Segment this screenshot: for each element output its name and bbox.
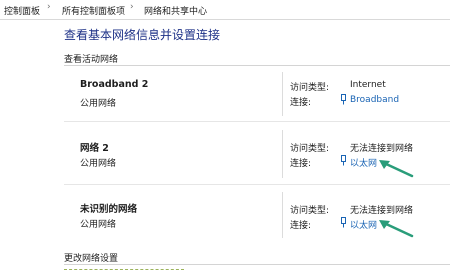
network-category-link[interactable]: 公用网络	[80, 96, 116, 109]
connection-label: 连接:	[290, 98, 312, 108]
breadcrumb-separator-icon[interactable]: ›	[130, 2, 134, 12]
arrow-annotation-icon	[379, 160, 414, 178]
arrow-annotation-icon	[379, 220, 414, 238]
section-title-active-networks: 查看活动网络	[64, 55, 119, 65]
section-divider	[64, 264, 450, 265]
connection-link[interactable]: Broadband	[350, 95, 399, 105]
breadcrumb-item-control-panel[interactable]: 控制面板	[4, 4, 40, 17]
breadcrumb: 控制面板 › 所有控制面板项 › 网络和共享中心	[0, 0, 450, 20]
connection-label: 连接:	[290, 159, 312, 169]
access-type-value: 无法连接到网络	[350, 144, 414, 154]
breadcrumb-item-all-items[interactable]: 所有控制面板项	[62, 4, 125, 17]
partial-item	[64, 269, 184, 273]
access-type-label: 访问类型:	[290, 144, 330, 154]
ethernet-icon	[341, 155, 346, 166]
vertical-divider	[282, 192, 283, 238]
connection-icon	[341, 94, 346, 105]
connection-link[interactable]: 以太网	[350, 218, 377, 231]
ethernet-icon	[341, 217, 346, 228]
network-separator	[64, 184, 450, 185]
section-divider	[64, 65, 450, 66]
breadcrumb-separator-icon[interactable]: ›	[47, 2, 51, 12]
section-title-change-settings: 更改网络设置	[64, 254, 119, 264]
access-type-label: 访问类型:	[290, 206, 330, 216]
connection-label: 连接:	[290, 221, 312, 231]
breadcrumb-item-network-center[interactable]: 网络和共享中心	[144, 4, 207, 17]
page-title: 查看基本网络信息并设置连接	[64, 28, 221, 42]
network-name: 未识别的网络	[80, 204, 138, 215]
network-category-link[interactable]: 公用网络	[80, 156, 116, 169]
connection-link[interactable]: 以太网	[350, 156, 377, 169]
access-type-value: Internet	[350, 80, 386, 90]
vertical-divider	[282, 72, 283, 116]
vertical-divider	[282, 130, 283, 178]
network-name: Broadband 2	[80, 79, 149, 90]
access-type-value: 无法连接到网络	[350, 206, 414, 216]
network-name: 网络 2	[80, 143, 109, 154]
network-separator	[64, 121, 450, 122]
network-category-link[interactable]: 公用网络	[80, 217, 116, 230]
access-type-label: 访问类型:	[290, 83, 330, 93]
